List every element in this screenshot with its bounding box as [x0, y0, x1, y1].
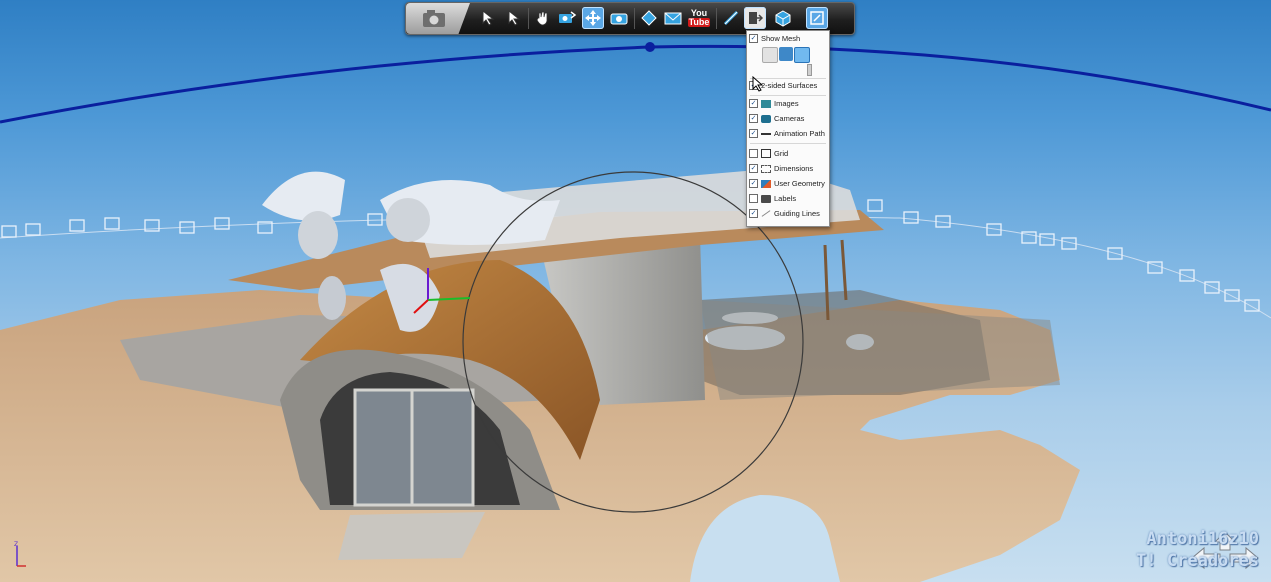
youtube-button[interactable]: You Tube	[687, 7, 711, 29]
labels-icon	[761, 194, 771, 203]
axis-indicator-icon: Z	[14, 541, 26, 567]
menu-item-cameras[interactable]: ✓ Cameras	[749, 112, 804, 125]
labels-label: Labels	[774, 194, 797, 203]
menu-divider	[750, 143, 826, 144]
grid-label: Grid	[774, 149, 789, 158]
glass-door	[353, 388, 475, 507]
animation-path-line	[0, 44, 1271, 124]
images-checkbox[interactable]: ✓	[749, 99, 758, 108]
menu-divider	[750, 95, 826, 96]
path-control-point[interactable]	[645, 42, 655, 52]
measure-button[interactable]	[720, 7, 742, 29]
watermark: Antoni16z10 T! Creadores	[1136, 528, 1259, 572]
show-mesh-checkbox[interactable]: ✓	[749, 34, 758, 43]
images-icon	[761, 99, 771, 108]
mesh-opacity-slider[interactable]	[807, 64, 812, 76]
cameras-checkbox[interactable]: ✓	[749, 114, 758, 123]
textured-mode-icon[interactable]	[794, 47, 810, 63]
menu-item-images[interactable]: ✓ Images	[749, 97, 799, 110]
cameras-icon	[761, 114, 771, 123]
export-icon	[749, 12, 764, 24]
dimensions-label: Dimensions	[774, 164, 814, 173]
display-options-menu: ✓ Show Mesh ✓ 2-sided Surfaces ✓ Images …	[746, 30, 830, 227]
two-sided-label: 2-sided Surfaces	[761, 81, 818, 90]
guiding-lines-checkbox[interactable]: ✓	[749, 209, 758, 218]
display-options-icon	[810, 11, 824, 25]
measure-icon	[723, 10, 739, 26]
select-add-button[interactable]	[502, 7, 524, 29]
mesh-mode-group	[762, 47, 810, 63]
toolbar-separator	[528, 8, 529, 29]
select-button[interactable]	[478, 7, 500, 29]
user-geometry-checkbox[interactable]: ✓	[749, 179, 758, 188]
navigate-button[interactable]	[582, 7, 604, 29]
pan-hand-icon	[536, 11, 548, 26]
3d-viewport[interactable]	[0, 0, 1271, 582]
camera-button[interactable]	[608, 7, 630, 29]
toolbar-separator	[716, 8, 717, 29]
menu-item-labels[interactable]: Labels	[749, 192, 796, 205]
solid-mode-icon[interactable]	[779, 47, 793, 61]
toolbar-separator	[634, 8, 635, 29]
labels-checkbox[interactable]	[749, 194, 758, 203]
menu-item-show-mesh[interactable]: ✓ Show Mesh	[749, 32, 800, 45]
animation-path-icon	[761, 132, 771, 135]
mouse-cursor-icon	[752, 76, 764, 92]
guiding-lines-label: Guiding Lines	[774, 209, 820, 218]
orbit-button[interactable]	[556, 7, 578, 29]
select-add-arrow-icon	[508, 9, 521, 26]
menu-item-grid[interactable]: Grid	[749, 147, 788, 160]
cameras-label: Cameras	[774, 114, 805, 123]
watermark-line-2: T! Creadores	[1136, 551, 1259, 571]
column-coil	[298, 211, 338, 259]
camera-icon	[610, 13, 628, 25]
user-geometry-icon	[761, 179, 771, 188]
svg-text:Z: Z	[14, 541, 18, 548]
menu-item-guiding-lines[interactable]: ✓ Guiding Lines	[749, 207, 820, 220]
entry-slab	[338, 512, 485, 560]
column-coil	[386, 198, 430, 242]
animation-path-checkbox[interactable]: ✓	[749, 129, 758, 138]
grid-icon	[761, 149, 771, 158]
export-button[interactable]	[744, 7, 766, 29]
pan-button[interactable]	[532, 7, 554, 29]
youtube-icon: You Tube	[687, 9, 711, 27]
user-geometry-label: User Geometry	[774, 179, 825, 188]
menu-item-user-geometry[interactable]: ✓ User Geometry	[749, 177, 825, 190]
youtube-bottom-label: Tube	[687, 17, 711, 27]
orbit-camera-icon	[559, 11, 577, 23]
images-label: Images	[774, 99, 799, 108]
snapshot-camera-icon	[423, 10, 445, 27]
email-icon	[664, 12, 682, 25]
grid-checkbox[interactable]	[749, 149, 758, 158]
tag-button[interactable]	[638, 7, 660, 29]
guiding-lines-icon	[761, 210, 771, 217]
fabric-canopy	[262, 171, 345, 221]
wireframe-mode-icon[interactable]	[762, 47, 778, 63]
view-cube-icon	[775, 10, 791, 27]
watermark-line-1: Antoni16z10	[1146, 529, 1259, 549]
tag-icon	[641, 10, 657, 26]
menu-item-animation-path[interactable]: ✓ Animation Path	[749, 127, 825, 140]
dimensions-icon	[761, 164, 771, 173]
menu-item-dimensions[interactable]: ✓ Dimensions	[749, 162, 813, 175]
snapshot-button[interactable]	[406, 3, 470, 34]
view-cube-button[interactable]	[772, 7, 794, 29]
animation-path-label: Animation Path	[774, 129, 825, 138]
email-button[interactable]	[662, 7, 684, 29]
navigate-icon	[585, 10, 601, 26]
dimensions-checkbox[interactable]: ✓	[749, 164, 758, 173]
select-arrow-icon	[482, 9, 495, 26]
column-coil	[318, 276, 346, 320]
display-options-button[interactable]	[806, 7, 828, 29]
show-mesh-label: Show Mesh	[761, 34, 801, 43]
